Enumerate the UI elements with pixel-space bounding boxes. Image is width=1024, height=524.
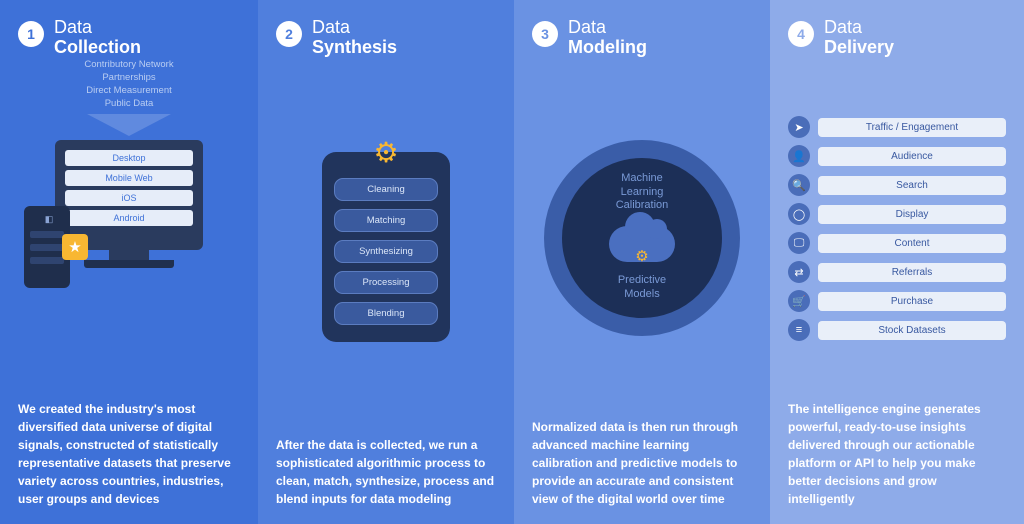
delivery-item: 🛒Purchase xyxy=(788,290,1006,312)
stage-number-badge: 1 xyxy=(18,21,44,47)
stage-title: Data Delivery xyxy=(824,18,894,58)
platform-row: Desktop xyxy=(65,150,193,166)
search-icon: 🔍 xyxy=(788,174,810,196)
data-source: Direct Measurement xyxy=(18,84,240,97)
data-source: Contributory Network xyxy=(18,58,240,71)
process-step: Cleaning xyxy=(334,178,438,201)
process-step: Matching xyxy=(334,209,438,232)
stage-title: Data Modeling xyxy=(568,18,647,58)
collection-graphic: Contributory Network Partnerships Direct… xyxy=(18,58,240,400)
cart-icon: 🛒 xyxy=(788,290,810,312)
process-step: Synthesizing xyxy=(334,240,438,263)
modeling-circle: Machine Learning Calibration ⚙ Predictiv… xyxy=(544,140,740,336)
target-icon: ◯ xyxy=(788,203,810,225)
gear-icon: ⚙ xyxy=(373,136,398,169)
stage-header: 3 Data Modeling xyxy=(532,18,752,58)
delivery-graphic: ➤Traffic / Engagement 👤Audience 🔍Search … xyxy=(788,58,1006,400)
stage-number-badge: 3 xyxy=(532,21,558,47)
stage-title: Data Synthesis xyxy=(312,18,397,58)
delivery-item: 🖵Content xyxy=(788,232,1006,254)
data-source-list: Contributory Network Partnerships Direct… xyxy=(18,58,240,111)
stage-data-delivery: 4 Data Delivery ➤Traffic / Engagement 👤A… xyxy=(770,0,1024,524)
process-step: Blending xyxy=(334,302,438,325)
platform-row: Android xyxy=(65,210,193,226)
predictive-models-label: Predictive Models xyxy=(618,274,666,302)
star-icon: ★ xyxy=(62,234,88,260)
ml-calibration-label: Machine Learning Calibration xyxy=(616,172,669,213)
delivery-item: ➤Traffic / Engagement xyxy=(788,116,1006,138)
stage-description: Normalized data is then run through adva… xyxy=(532,418,752,508)
platform-row: Mobile Web xyxy=(65,170,193,186)
monitor-base xyxy=(84,260,174,268)
stage-description: After the data is collected, we run a so… xyxy=(276,436,496,508)
monitor-stand xyxy=(109,250,149,260)
stage-header: 4 Data Delivery xyxy=(788,18,1006,58)
stage-header: 2 Data Synthesis xyxy=(276,18,496,58)
delivery-item: ◯Display xyxy=(788,203,1006,225)
delivery-list: ➤Traffic / Engagement 👤Audience 🔍Search … xyxy=(788,116,1006,341)
gear-icon: ⚙ xyxy=(635,247,648,265)
platform-row: iOS xyxy=(65,190,193,206)
process-step: Processing xyxy=(334,271,438,294)
stage-number-badge: 4 xyxy=(788,21,814,47)
funnel-icon xyxy=(87,114,171,136)
stage-number-badge: 2 xyxy=(276,21,302,47)
stage-data-collection: 1 Data Collection Contributory Network P… xyxy=(0,0,258,524)
stage-description: The intelligence engine generates powerf… xyxy=(788,400,1006,508)
user-icon: 👤 xyxy=(788,145,810,167)
data-source: Public Data xyxy=(18,97,240,110)
stage-title: Data Collection xyxy=(54,18,141,58)
screen-icon: 🖵 xyxy=(788,232,810,254)
delivery-item: ≡Stock Datasets xyxy=(788,319,1006,341)
modeling-graphic: Machine Learning Calibration ⚙ Predictiv… xyxy=(532,58,752,418)
stage-data-modeling: 3 Data Modeling Machine Learning Calibra… xyxy=(514,0,770,524)
android-icon: ◧ xyxy=(45,214,54,225)
synthesis-graphic: ⚙ Cleaning Matching Synthesizing Process… xyxy=(276,58,496,436)
stage-header: 1 Data Collection xyxy=(18,18,240,58)
stage-description: We created the industry's most diversifi… xyxy=(18,400,240,508)
delivery-item: 👤Audience xyxy=(788,145,1006,167)
processor-device-icon: ⚙ Cleaning Matching Synthesizing Process… xyxy=(322,152,450,342)
delivery-item: 🔍Search xyxy=(788,174,1006,196)
delivery-item: ⇄Referrals xyxy=(788,261,1006,283)
cursor-icon: ➤ xyxy=(788,116,810,138)
list-icon: ≡ xyxy=(788,319,810,341)
stage-data-synthesis: 2 Data Synthesis ⚙ Cleaning Matching Syn… xyxy=(258,0,514,524)
data-source: Partnerships xyxy=(18,71,240,84)
swap-icon: ⇄ xyxy=(788,261,810,283)
